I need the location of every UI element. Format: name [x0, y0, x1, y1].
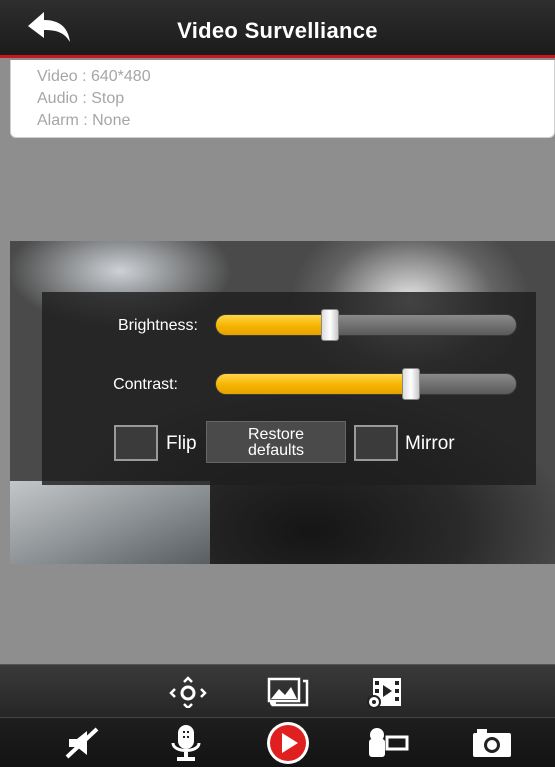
play-icon[interactable] — [264, 721, 312, 765]
record-icon[interactable] — [364, 724, 414, 762]
audio-status: Audio : Stop — [37, 90, 125, 107]
stream-info-panel: Video : 640*480 Audio : Stop Alarm : Non… — [10, 60, 555, 138]
alarm-status: Alarm : None — [37, 112, 131, 129]
mirror-checkbox[interactable] — [354, 425, 398, 461]
brightness-fill — [216, 315, 330, 335]
restore-label-line2: defaults — [247, 442, 305, 459]
restore-defaults-button[interactable]: Restore defaults — [206, 421, 346, 463]
contrast-thumb[interactable] — [402, 368, 421, 400]
image-settings-icon[interactable] — [264, 674, 312, 710]
contrast-fill — [216, 374, 411, 394]
image-controls-panel: Brightness: Contrast: Flip Restore defau… — [42, 292, 536, 485]
page-title: Video Survelliance — [177, 18, 378, 43]
snapshot-icon[interactable] — [468, 724, 516, 762]
microphone-icon[interactable] — [166, 722, 206, 764]
contrast-label: Contrast: — [113, 376, 178, 393]
secondary-toolbar — [0, 664, 555, 717]
flip-checkbox[interactable] — [114, 425, 158, 461]
restore-label-line1: Restore — [247, 426, 305, 443]
flip-label: Flip — [166, 433, 197, 454]
contrast-slider[interactable] — [215, 373, 517, 395]
brightness-label: Brightness: — [117, 317, 198, 334]
mute-icon[interactable] — [62, 724, 104, 762]
brightness-thumb[interactable] — [320, 309, 339, 341]
brightness-slider[interactable] — [215, 314, 517, 336]
app-header: Video Survelliance — [0, 0, 555, 58]
video-frame-detail — [10, 481, 210, 564]
ptz-icon[interactable] — [166, 675, 210, 709]
main-toolbar — [0, 717, 555, 767]
video-settings-icon[interactable] — [364, 674, 408, 710]
video-resolution: Video : 640*480 — [37, 68, 151, 85]
mirror-label: Mirror — [405, 433, 455, 454]
